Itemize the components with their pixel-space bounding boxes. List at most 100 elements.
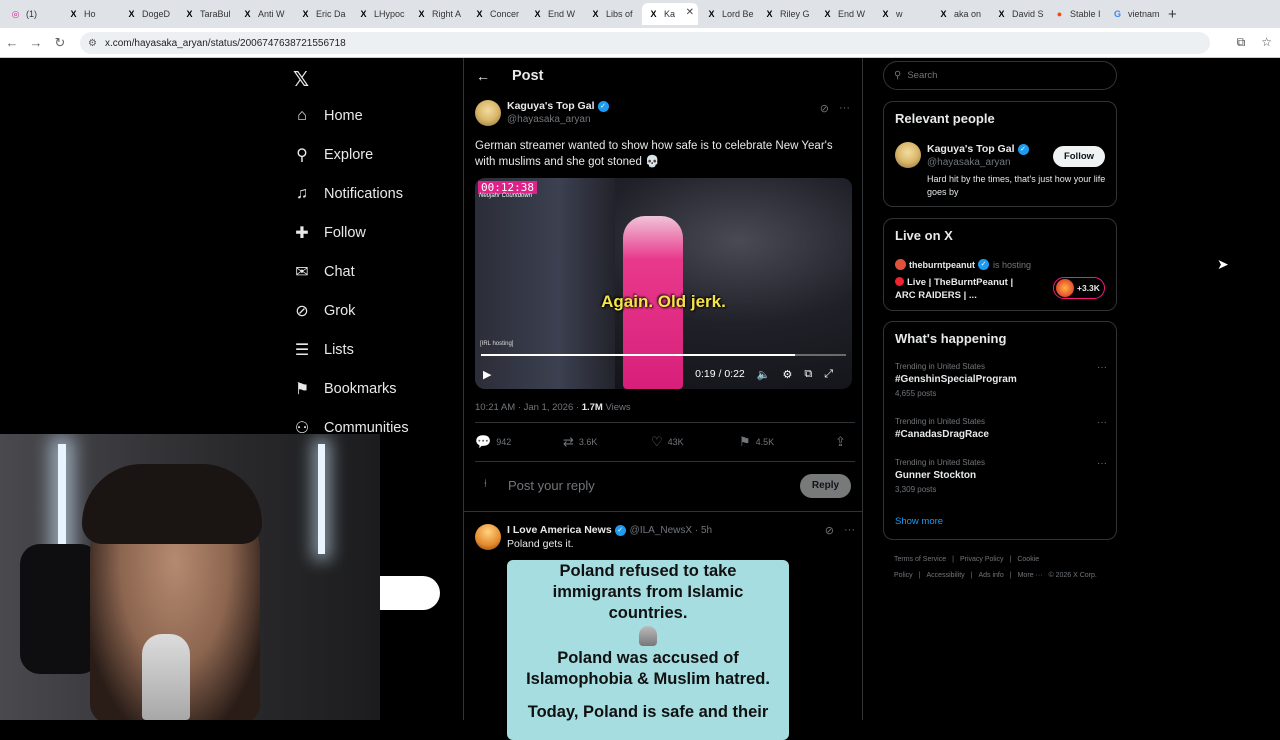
browser-tab[interactable]: X Eric Da bbox=[294, 3, 350, 25]
volume-icon[interactable]: 🔈 bbox=[757, 368, 771, 381]
browser-tab[interactable]: X LHypoc bbox=[352, 3, 408, 25]
browser-tab[interactable]: X Libs of bbox=[584, 3, 640, 25]
relevant-name[interactable]: Kaguya's Top Gal ✓ bbox=[927, 143, 1029, 155]
video-progress-fill bbox=[481, 354, 795, 356]
browser-tab[interactable]: X End W bbox=[526, 3, 582, 25]
share-action[interactable]: ⇪ bbox=[835, 434, 855, 450]
avatar[interactable] bbox=[475, 100, 501, 126]
avatar[interactable] bbox=[475, 524, 501, 550]
browser-tab[interactable]: Xaka on bbox=[932, 3, 988, 25]
bookmark-action[interactable]: ⚑ 4.5K bbox=[739, 434, 827, 450]
bell-icon: ♫ bbox=[296, 184, 308, 202]
settings-gear-icon[interactable]: ⚙ bbox=[782, 368, 792, 381]
forward-arrow-icon[interactable]: → bbox=[24, 35, 48, 50]
post-timestamp[interactable]: 10:21 AM · Jan 1, 2026 · bbox=[475, 402, 582, 413]
video-caption: Again. Old jerk. bbox=[601, 292, 726, 311]
new-tab-icon[interactable]: + bbox=[1168, 6, 1177, 23]
relevant-handle[interactable]: @hayasaka_aryan bbox=[927, 157, 1029, 168]
follow-button[interactable]: Follow bbox=[1053, 146, 1105, 167]
sidebar-item-explore[interactable]: ⚲ Explore bbox=[292, 135, 409, 174]
post-author[interactable]: Kaguya's Top Gal ✓ @hayasaka_aryan bbox=[475, 100, 609, 126]
reply-action[interactable]: 💬 942 bbox=[475, 434, 563, 450]
more-options-icon[interactable]: ··· bbox=[844, 524, 855, 537]
browser-tab[interactable]: X TaraBul bbox=[178, 3, 234, 25]
sidebar-item-notifications[interactable]: ♫ Notifications bbox=[292, 174, 409, 213]
footer-link[interactable]: Accessibility bbox=[927, 572, 965, 579]
bookmark-star-icon[interactable]: ☆ bbox=[1261, 35, 1272, 50]
browser-tab[interactable]: X Lord Be bbox=[700, 3, 756, 25]
browser-tab[interactable]: ● Stable I bbox=[1048, 3, 1104, 25]
like-count: 43K bbox=[667, 437, 684, 447]
browser-tab[interactable]: Xw bbox=[874, 3, 930, 25]
video-player[interactable]: 00:12:38 Neujahr Countdown Again. Old je… bbox=[475, 178, 852, 389]
browser-tab[interactable]: X David S bbox=[990, 3, 1046, 25]
live-host-row[interactable]: theburntpeanut ✓ is hosting bbox=[895, 259, 1031, 270]
grok-icon[interactable]: ⊘ bbox=[825, 524, 834, 537]
browser-tab[interactable]: X Ho bbox=[62, 3, 118, 25]
sidebar-item-label: Home bbox=[324, 107, 363, 124]
play-icon[interactable]: ▶ bbox=[483, 368, 491, 381]
author-name[interactable]: Kaguya's Top Gal ✓ bbox=[507, 100, 609, 112]
browser-tab[interactable]: Gvietnam bbox=[1106, 3, 1162, 25]
repost-action[interactable]: ⇄ 3.6K bbox=[563, 434, 651, 450]
footer-link[interactable]: © 2026 X Corp. bbox=[1048, 572, 1096, 579]
footer-link[interactable]: More ··· bbox=[1018, 572, 1043, 579]
browser-tab[interactable]: X Riley G bbox=[758, 3, 814, 25]
site-info-icon[interactable]: ⚙ bbox=[88, 38, 97, 49]
video-progress-bar[interactable] bbox=[481, 354, 846, 356]
fullscreen-icon[interactable]: ⤢ bbox=[824, 368, 833, 381]
post-meta: 10:21 AM · Jan 1, 2026 · 1.7M Views bbox=[475, 402, 631, 413]
back-arrow-icon[interactable]: ← bbox=[0, 35, 24, 50]
more-options-icon[interactable]: ··· bbox=[839, 102, 850, 115]
live-listener-count[interactable]: +3.3K bbox=[1053, 277, 1105, 299]
trend-item[interactable]: Trending in United States Gunner Stockto… bbox=[895, 458, 1107, 494]
live-stream-title[interactable]: Live | TheBurntPeanut | ARC RAIDERS | ..… bbox=[895, 276, 1035, 302]
sidebar-item-follow[interactable]: ✚ Follow bbox=[292, 213, 409, 252]
sidebar-item-home[interactable]: ⌂ Home bbox=[292, 96, 409, 135]
install-app-icon[interactable]: ⧉ bbox=[1237, 35, 1246, 50]
like-action[interactable]: ♡ 43K bbox=[651, 434, 739, 450]
sidebar-item-bookmarks[interactable]: ⚑ Bookmarks bbox=[292, 369, 409, 408]
browser-tab[interactable]: X DogeD bbox=[120, 3, 176, 25]
reload-icon[interactable]: ↻ bbox=[48, 35, 72, 51]
picture-in-picture-icon[interactable]: ⧉ bbox=[804, 368, 812, 381]
tab-label: Anti W bbox=[258, 9, 285, 19]
tab-label: DogeD bbox=[142, 9, 171, 19]
browser-tab[interactable]: X Ka ✕ bbox=[642, 3, 698, 25]
avatar[interactable] bbox=[895, 142, 921, 168]
search-input[interactable]: ⚲ Search bbox=[883, 61, 1117, 90]
avatar bbox=[895, 259, 906, 270]
sidebar-item-lists[interactable]: ☰ Lists bbox=[292, 330, 409, 369]
author-handle[interactable]: @hayasaka_aryan bbox=[507, 114, 609, 125]
back-arrow-icon[interactable]: ← bbox=[476, 68, 490, 84]
reply-author-handle[interactable]: @ILA_NewsX · 5h bbox=[630, 525, 712, 536]
more-options-icon[interactable]: ··· bbox=[1097, 362, 1107, 373]
x-logo-icon[interactable]: 𝕏 bbox=[293, 67, 309, 92]
footer-link[interactable]: Terms of Service bbox=[894, 556, 946, 563]
reply-author-name[interactable]: I Love America News bbox=[507, 524, 612, 536]
close-icon[interactable]: ✕ bbox=[686, 7, 694, 18]
x-icon: X bbox=[70, 9, 77, 19]
sidebar-item-grok[interactable]: ⊘ Grok bbox=[292, 291, 409, 330]
sidebar-item-chat[interactable]: ✉ Chat bbox=[292, 252, 409, 291]
browser-tab[interactable]: X Right A bbox=[410, 3, 466, 25]
trend-item[interactable]: Trending in United States #CanadasDragRa… bbox=[895, 417, 1107, 440]
post-actions: 💬 942 ⇄ 3.6K ♡ 43K ⚑ 4.5K ⇪ bbox=[475, 422, 855, 462]
reply-input[interactable]: Post your reply bbox=[508, 478, 595, 493]
grok-icon[interactable]: ⊘ bbox=[820, 102, 829, 115]
browser-tab[interactable]: X End W bbox=[816, 3, 872, 25]
reply-image[interactable]: Poland refused to take immigrants from I… bbox=[507, 560, 789, 740]
browser-tab[interactable]: X Anti W bbox=[236, 3, 292, 25]
more-options-icon[interactable]: ··· bbox=[1097, 417, 1107, 428]
footer-link[interactable]: Ads info bbox=[978, 572, 1003, 579]
show-more-link[interactable]: Show more bbox=[895, 516, 943, 527]
footer-link[interactable]: Privacy Policy bbox=[960, 556, 1004, 563]
more-options-icon[interactable]: ··· bbox=[1097, 458, 1107, 469]
live-stream-title-text: Live | TheBurntPeanut | ARC RAIDERS | ..… bbox=[895, 277, 1014, 301]
reply-button[interactable]: Reply bbox=[800, 474, 851, 498]
browser-tab[interactable]: X Concer bbox=[468, 3, 524, 25]
trend-item[interactable]: Trending in United States #GenshinSpecia… bbox=[895, 362, 1107, 398]
address-bar[interactable]: ⚙ x.com/hayasaka_aryan/status/2006747638… bbox=[80, 32, 1210, 54]
browser-tab[interactable]: ◎ (1) bbox=[4, 3, 60, 25]
tab-label: Ka bbox=[664, 9, 676, 19]
